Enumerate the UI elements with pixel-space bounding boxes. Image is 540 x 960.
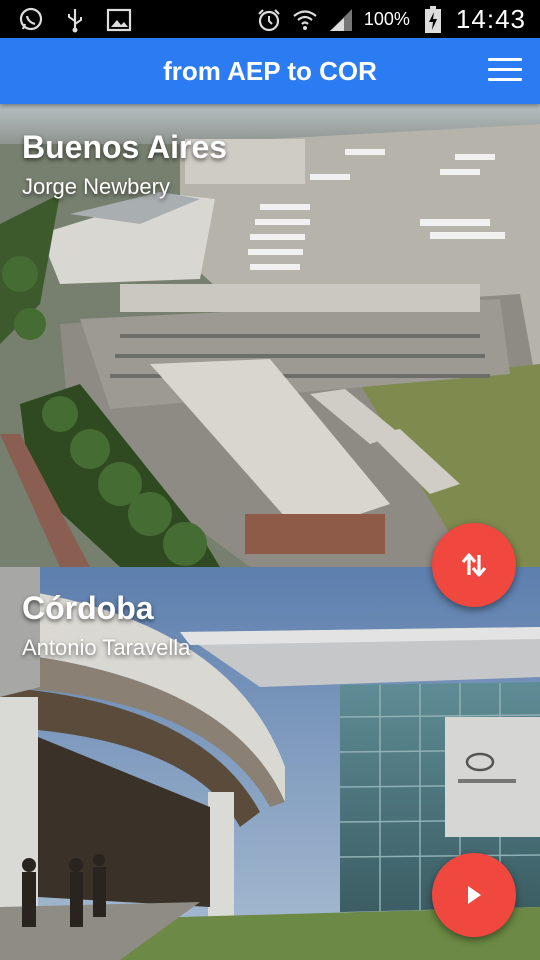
app-bar: from AEP to COR — [0, 38, 540, 104]
route-title: from AEP to COR — [163, 56, 377, 86]
go-button[interactable] — [432, 853, 516, 937]
usb-icon — [62, 7, 88, 33]
destination-airport: Antonio Taravella — [22, 635, 191, 660]
whatsapp-icon — [18, 7, 44, 33]
wifi-icon — [292, 7, 318, 33]
status-time: 14:43 — [455, 4, 526, 34]
play-arrow-icon — [468, 886, 481, 904]
origin-panel[interactable]: Buenos Aires Jorge Newbery — [0, 104, 540, 567]
battery-percent: 100% — [363, 9, 410, 29]
destination-city: Córdoba — [22, 590, 154, 626]
origin-airport: Jorge Newbery — [22, 174, 170, 199]
status-bar: 100% 14:43 — [0, 0, 540, 38]
menu-icon[interactable] — [488, 58, 522, 84]
swap-vertical-icon — [461, 553, 487, 577]
alarm-icon — [256, 7, 282, 33]
swap-button[interactable] — [432, 523, 516, 607]
battery-charging-icon — [420, 5, 446, 33]
image-icon — [106, 7, 132, 33]
signal-icon — [328, 7, 354, 33]
origin-city: Buenos Aires — [22, 129, 228, 165]
